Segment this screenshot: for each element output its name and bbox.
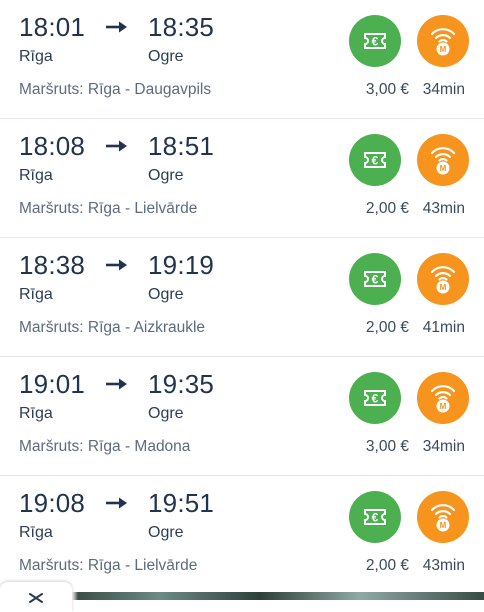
buy-ticket-button[interactable]: € (349, 253, 401, 305)
departure-time: 18:01 (19, 12, 86, 42)
mobile-ticket-button[interactable]: M (417, 491, 469, 543)
buy-ticket-button[interactable]: € (349, 134, 401, 186)
trip-duration: 41min (422, 319, 465, 336)
departure-station: Rīga (19, 286, 53, 303)
ticket-glyph: € (372, 392, 379, 406)
trip-row[interactable]: 18:01 18:35 Rīga Ogre Maršruts: Rīga - Dauga… (0, 0, 484, 119)
trip-list: 18:01 18:35 Rīga Ogre Maršruts: Rīga - Dauga… (0, 0, 484, 595)
mobile-glyph: M (440, 402, 447, 411)
mobile-ticket-icon: M (430, 28, 456, 56)
departure-station: Rīga (19, 524, 53, 541)
arrow-container (106, 377, 128, 391)
arrow-right-icon (106, 21, 127, 33)
ticket-price: 2,00 € (365, 557, 409, 574)
trip-row[interactable]: 18:08 18:51 Rīga Ogre Maršruts: Rīga - Lielv… (0, 119, 484, 238)
buy-ticket-button[interactable]: € (349, 372, 401, 424)
route-label: Maršruts: Rīga - Lielvārde (19, 200, 198, 217)
mobile-ticket-button[interactable]: M (417, 253, 469, 305)
departure-station: Rīga (19, 48, 53, 65)
mobile-ticket-icon: M (430, 147, 456, 175)
trip-row[interactable]: 19:01 19:35 Rīga Ogre Maršruts: Rīga - Madon… (0, 357, 484, 476)
arrow-container (106, 496, 128, 510)
trip-row[interactable]: 19:08 19:51 Rīga Ogre Maršruts: Rīga - Lielv… (0, 476, 484, 595)
route-label: Maršruts: Rīga - Aizkraukle (19, 319, 206, 336)
departure-time: 18:38 (19, 250, 86, 280)
arrival-station: Ogre (148, 167, 184, 184)
euro-ticket-icon: € (364, 271, 386, 287)
departure-time: 18:08 (19, 131, 86, 161)
route-label: Maršruts: Rīga - Daugavpils (19, 81, 212, 98)
arrow-right-icon (106, 140, 127, 152)
mobile-glyph: M (440, 283, 447, 292)
ticket-glyph: € (372, 511, 379, 525)
arrival-station: Ogre (148, 286, 184, 303)
ticket-price: 3,00 € (365, 438, 409, 455)
arrow-right-icon (106, 497, 127, 509)
ticket-price: 2,00 € (365, 200, 409, 217)
departure-time: 19:01 (19, 369, 86, 399)
ticket-glyph: € (372, 273, 379, 287)
close-icon[interactable] (28, 593, 44, 603)
arrival-station: Ogre (148, 524, 184, 541)
trip-row[interactable]: 18:38 19:19 Rīga Ogre Maršruts: Rīga - Aizkr… (0, 238, 484, 357)
mobile-ticket-button[interactable]: M (417, 15, 469, 67)
mobile-ticket-button[interactable]: M (417, 134, 469, 186)
euro-ticket-icon: € (364, 152, 386, 168)
arrow-container (106, 258, 128, 272)
arrival-time: 18:35 (148, 12, 215, 42)
arrival-time: 18:51 (148, 131, 215, 161)
arrival-station: Ogre (148, 48, 184, 65)
arrival-time: 19:35 (148, 369, 215, 399)
arrival-time: 19:19 (148, 250, 215, 280)
mobile-ticket-icon: M (430, 504, 456, 532)
ticket-glyph: € (372, 154, 379, 168)
trip-duration: 43min (422, 200, 465, 217)
close-tab[interactable] (0, 582, 72, 612)
arrow-right-icon (106, 259, 127, 271)
ticket-price: 2,00 € (365, 319, 409, 336)
buy-ticket-button[interactable]: € (349, 491, 401, 543)
departure-station: Rīga (19, 405, 53, 422)
arrow-container (106, 139, 128, 153)
mobile-ticket-icon: M (430, 385, 456, 413)
arrow-right-icon (106, 378, 127, 390)
mobile-ticket-icon: M (430, 266, 456, 294)
euro-ticket-icon: € (364, 33, 386, 49)
departure-time: 19:08 (19, 488, 86, 518)
ad-banner-strip (0, 592, 484, 600)
mobile-glyph: M (440, 45, 447, 54)
mobile-ticket-button[interactable]: M (417, 372, 469, 424)
route-label: Maršruts: Rīga - Madona (19, 438, 191, 455)
arrival-time: 19:51 (148, 488, 215, 518)
trip-duration: 34min (422, 438, 465, 455)
route-label: Maršruts: Rīga - Lielvārde (19, 557, 198, 574)
mobile-glyph: M (440, 164, 447, 173)
ticket-glyph: € (372, 35, 379, 49)
departure-station: Rīga (19, 167, 53, 184)
trip-duration: 43min (422, 557, 465, 574)
arrival-station: Ogre (148, 405, 184, 422)
buy-ticket-button[interactable]: € (349, 15, 401, 67)
trip-duration: 34min (422, 81, 465, 98)
euro-ticket-icon: € (364, 509, 386, 525)
mobile-glyph: M (440, 521, 447, 530)
arrow-container (106, 20, 128, 34)
euro-ticket-icon: € (364, 390, 386, 406)
ticket-price: 3,00 € (365, 81, 409, 98)
